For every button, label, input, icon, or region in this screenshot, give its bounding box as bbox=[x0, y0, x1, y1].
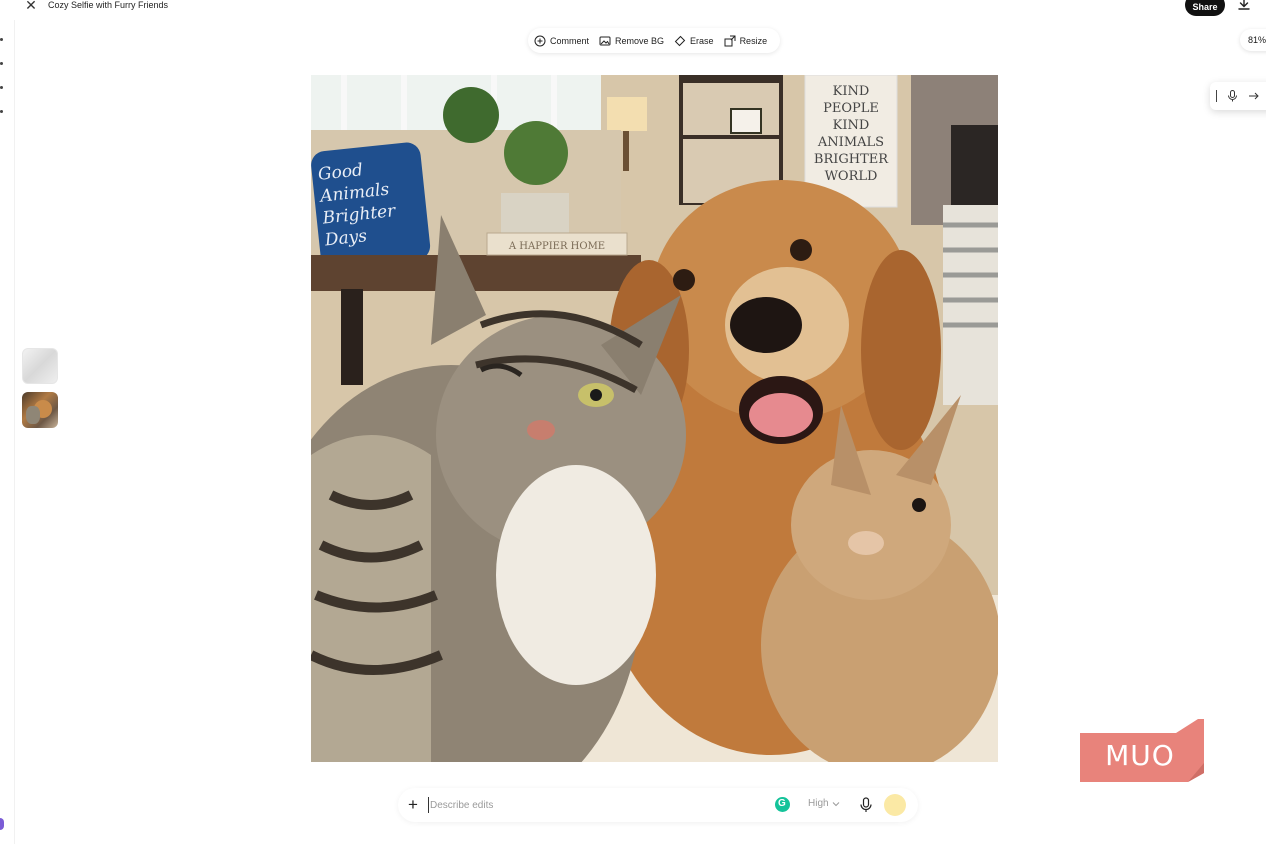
remove-bg-icon bbox=[599, 36, 611, 45]
send-button[interactable] bbox=[884, 794, 906, 816]
microphone-icon bbox=[860, 797, 872, 812]
download-icon bbox=[1238, 0, 1250, 10]
image-toolbar: Comment Remove BG Erase Resize bbox=[528, 28, 780, 53]
top-bar: ✕ Cozy Selfie with Furry Friends Share bbox=[0, 0, 1266, 16]
erase-button[interactable]: Erase bbox=[674, 35, 714, 47]
thumbnail-cat bbox=[26, 406, 40, 424]
remove-bg-label: Remove BG bbox=[615, 35, 665, 46]
muo-watermark: MUO bbox=[1080, 719, 1204, 782]
add-attachment-button[interactable]: + bbox=[404, 796, 422, 814]
sign-line: PEOPLE bbox=[823, 101, 879, 116]
edge-marker bbox=[0, 86, 3, 89]
document-title: Cozy Selfie with Furry Friends bbox=[48, 0, 169, 10]
close-icon: ✕ bbox=[25, 0, 37, 13]
book-text: A HAPPIER HOME bbox=[508, 241, 605, 252]
resize-label: Resize bbox=[739, 35, 768, 46]
sidebar-divider bbox=[14, 20, 15, 844]
comment-label: Comment bbox=[550, 35, 590, 46]
generated-image[interactable]: KIND PEOPLE KIND ANIMALS BRIGHTER WORLD GoodA… bbox=[311, 75, 998, 762]
zoom-level[interactable]: 81% bbox=[1240, 29, 1266, 51]
download-button[interactable] bbox=[1236, 0, 1252, 12]
sign-line: ANIMALS bbox=[817, 135, 884, 150]
text-cursor bbox=[1216, 90, 1217, 102]
plus-icon: + bbox=[408, 795, 418, 814]
edge-marker bbox=[0, 38, 3, 41]
sign-line: KIND bbox=[833, 84, 870, 99]
share-button[interactable]: Share bbox=[1185, 0, 1225, 16]
image-thumbnail-selected[interactable] bbox=[22, 392, 58, 428]
edge-marker bbox=[0, 110, 3, 113]
eraser-icon bbox=[674, 35, 686, 46]
edge-marker bbox=[0, 62, 3, 65]
watermark-text: MUO bbox=[1105, 739, 1175, 772]
quality-label: High bbox=[808, 798, 829, 809]
chevron-down-icon bbox=[832, 801, 839, 806]
remove-bg-button[interactable]: Remove BG bbox=[599, 35, 664, 47]
describe-edits-input[interactable] bbox=[428, 797, 758, 813]
quality-dropdown[interactable]: High bbox=[808, 798, 840, 809]
arrow-right-icon[interactable] bbox=[1248, 90, 1259, 102]
microphone-button[interactable] bbox=[859, 797, 873, 813]
floating-input-panel[interactable] bbox=[1210, 82, 1266, 110]
sign-line: WORLD bbox=[825, 169, 878, 184]
image-thumbnail[interactable] bbox=[22, 348, 58, 384]
grammarly-icon[interactable]: G bbox=[775, 797, 790, 812]
assistant-icon[interactable] bbox=[0, 818, 4, 830]
sign-line: BRIGHTER bbox=[814, 152, 889, 167]
comment-icon bbox=[534, 35, 546, 46]
left-edge-panel bbox=[0, 0, 4, 844]
erase-label: Erase bbox=[690, 35, 714, 46]
resize-icon bbox=[724, 35, 736, 46]
sign-line: KIND bbox=[833, 118, 870, 133]
resize-button[interactable]: Resize bbox=[724, 35, 768, 47]
close-button[interactable]: ✕ bbox=[22, 0, 40, 14]
comment-button[interactable]: Comment bbox=[534, 35, 589, 47]
prompt-bar: + G High bbox=[398, 788, 918, 822]
microphone-icon[interactable] bbox=[1227, 90, 1238, 102]
